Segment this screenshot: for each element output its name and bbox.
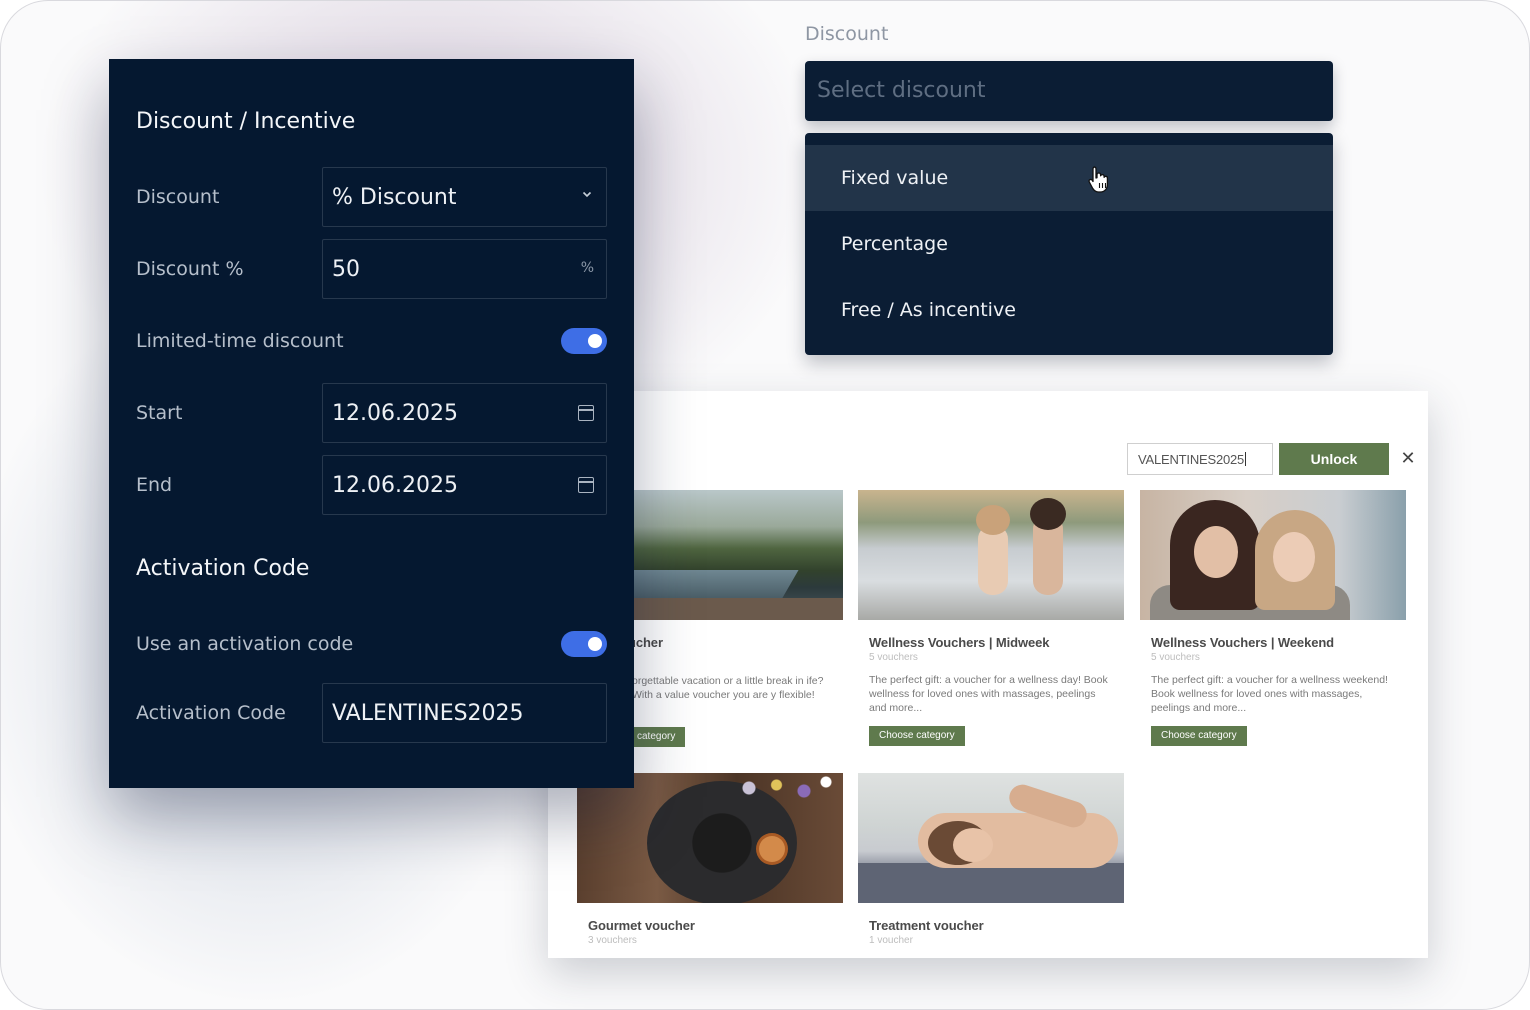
card-title: Treatment voucher	[869, 918, 984, 933]
card-description: The perfect gift: a voucher for a wellne…	[869, 674, 1108, 714]
option-free-incentive[interactable]: Free / As incentive	[805, 277, 1333, 343]
choose-category-button[interactable]: Choose category	[869, 725, 965, 746]
activation-code-label: Activation Code	[136, 702, 286, 724]
use-code-label: Use an activation code	[136, 633, 354, 655]
discount-type-value: % Discount	[332, 185, 457, 210]
hand-pointer-icon	[1088, 166, 1109, 193]
discount-dropdown-label: Discount	[805, 23, 889, 45]
massage-photo	[858, 773, 1124, 903]
voucher-card-gourmet: Gourmet voucher 3 vouchers	[577, 773, 843, 956]
calendar-icon[interactable]	[578, 405, 594, 421]
voucher-shop: VALENTINES2025 Unlock ✕ ucher orgettable…	[548, 391, 1428, 958]
activation-code-value: VALENTINES2025	[332, 701, 524, 726]
card-count: 3 vouchers	[588, 935, 637, 946]
start-date-input[interactable]: 12.06.2025	[322, 383, 607, 443]
activation-code-input[interactable]: VALENTINES2025	[322, 683, 607, 743]
limited-time-label: Limited-time discount	[136, 330, 344, 352]
shop-code-input[interactable]: VALENTINES2025	[1127, 443, 1273, 475]
start-date-value: 12.06.2025	[332, 401, 458, 426]
section-title-discount: Discount / Incentive	[136, 109, 356, 134]
option-percentage[interactable]: Percentage	[805, 211, 1333, 277]
start-date-label: Start	[136, 402, 183, 424]
option-fixed-value[interactable]: Fixed value	[805, 145, 1333, 211]
discount-options-menu: Fixed value Percentage Free / As incenti…	[805, 133, 1333, 355]
discount-percent-label: Discount %	[136, 258, 244, 280]
voucher-card-treatment: Treatment voucher 1 voucher	[858, 773, 1124, 956]
friends-robes-photo	[1140, 490, 1406, 620]
card-count: 1 voucher	[869, 935, 913, 946]
discount-type-select[interactable]: % Discount	[322, 167, 607, 227]
card-description: The perfect gift: a voucher for a wellne…	[1151, 674, 1388, 714]
card-title: Gourmet voucher	[588, 918, 695, 933]
section-title-activation: Activation Code	[136, 556, 310, 581]
calendar-icon[interactable]	[578, 477, 594, 493]
limited-time-toggle[interactable]	[561, 328, 607, 354]
end-date-label: End	[136, 474, 173, 496]
discount-settings-panel: Discount / Incentive Discount % Discount…	[109, 59, 634, 788]
card-count: 5 vouchers	[869, 652, 918, 663]
spa-pool-photo	[858, 490, 1124, 620]
voucher-card-weekend: Wellness Vouchers | Weekend 5 vouchers T…	[1140, 490, 1406, 746]
chevron-down-icon	[582, 191, 592, 198]
close-icon[interactable]: ✕	[1400, 449, 1416, 469]
percent-suffix: %	[580, 260, 594, 276]
unlock-button[interactable]: Unlock	[1279, 443, 1389, 475]
screenshot-frame: VALENTINES2025 Unlock ✕ ucher orgettable…	[0, 0, 1530, 1010]
discount-type-label: Discount	[136, 186, 220, 208]
card-count: 5 vouchers	[1151, 652, 1200, 663]
voucher-card-midweek: Wellness Vouchers | Midweek 5 vouchers T…	[858, 490, 1124, 746]
discount-select[interactable]: Select discount	[805, 61, 1333, 121]
end-date-value: 12.06.2025	[332, 473, 458, 498]
end-date-input[interactable]: 12.06.2025	[322, 455, 607, 515]
gourmet-dish-photo	[577, 773, 843, 903]
card-title: Wellness Vouchers | Midweek	[869, 635, 1050, 650]
use-code-toggle[interactable]	[561, 631, 607, 657]
card-title: Wellness Vouchers | Weekend	[1151, 635, 1335, 650]
discount-percent-input[interactable]: 50 %	[322, 239, 607, 299]
choose-category-button[interactable]: category	[627, 726, 686, 747]
discount-percent-value: 50	[332, 257, 360, 282]
choose-category-button[interactable]: Choose category	[1151, 725, 1247, 746]
